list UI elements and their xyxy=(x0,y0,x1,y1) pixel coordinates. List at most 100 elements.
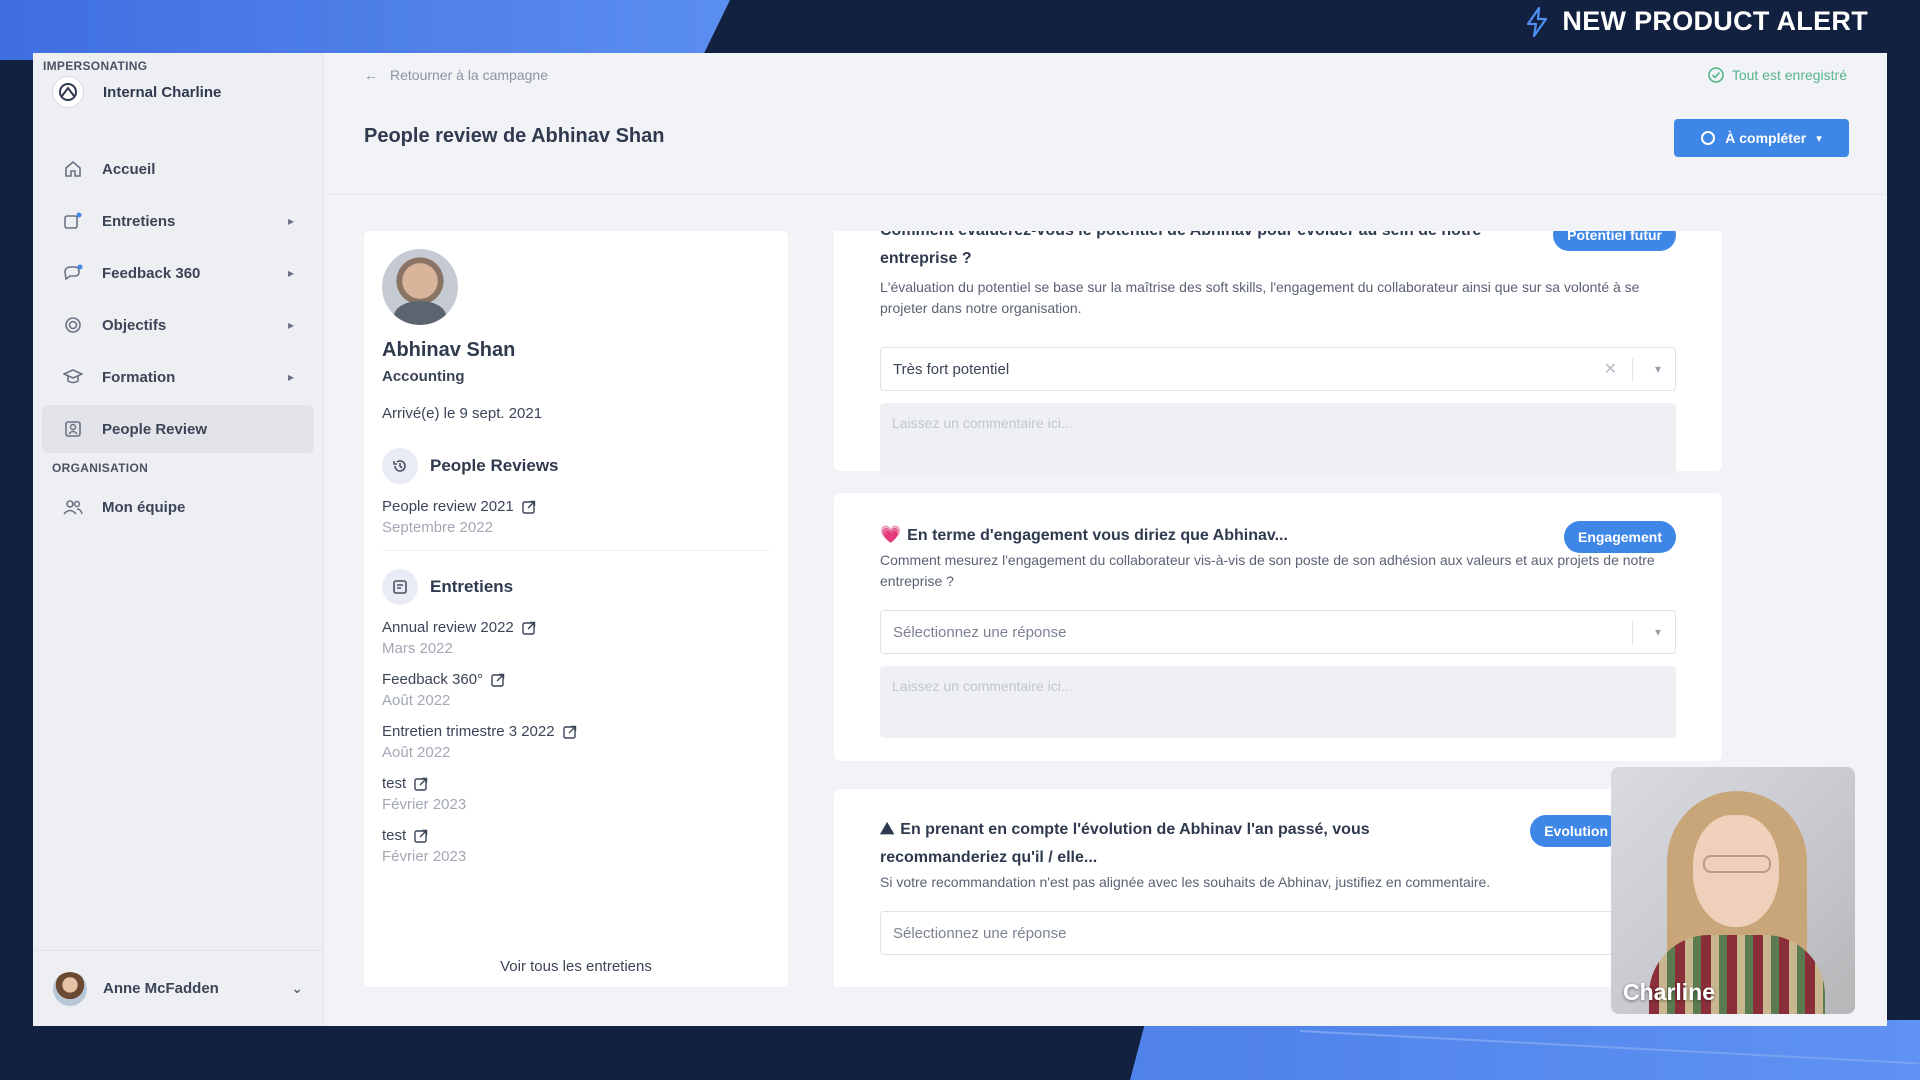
answer-select[interactable]: Très fort potentiel ✕ ▾ xyxy=(880,347,1676,391)
heart-icon: 💗 xyxy=(880,525,902,544)
sidebar-item-formation[interactable]: Formation ▸ xyxy=(42,353,314,401)
lightning-icon xyxy=(1527,6,1548,37)
product-alert-text: NEW PRODUCT ALERT xyxy=(1562,6,1868,36)
answer-select[interactable]: Sélectionnez une réponse ▾ xyxy=(880,610,1676,654)
sidebar-item-entretiens[interactable]: Entretiens ▸ xyxy=(42,197,314,245)
category-tag: Engagement xyxy=(1563,521,1676,553)
arrow-left-icon: ← xyxy=(364,67,378,83)
clear-icon[interactable]: ✕ xyxy=(1604,359,1617,379)
external-link-icon xyxy=(414,829,428,843)
chevron-right-icon: ▸ xyxy=(287,266,294,280)
sidebar-item-people-review[interactable]: People Review xyxy=(42,405,314,453)
sidebar-item-accueil[interactable]: Accueil xyxy=(42,145,314,193)
back-link-label: Retourner à la campagne xyxy=(390,67,548,83)
entretien-date: Février 2023 xyxy=(382,848,467,865)
save-status-text: Tout est enregistré xyxy=(1731,67,1847,83)
home-icon xyxy=(62,158,84,180)
external-link-icon xyxy=(491,673,505,687)
sidebar-item-label: Feedback 360 xyxy=(102,264,201,282)
sidebar-item-label: People Review xyxy=(102,420,208,438)
entretien-link[interactable]: test xyxy=(382,775,770,792)
employee-arrival-date: Arrivé(e) le 9 sept. 2021 xyxy=(382,405,543,422)
entretien-link[interactable]: Entretien trimestre 3 2022 xyxy=(382,723,770,740)
status-circle-icon xyxy=(1701,131,1716,145)
decorative-banner-stripe xyxy=(0,0,730,60)
back-link[interactable]: ← Retourner à la campagne xyxy=(364,67,548,83)
people-review-link[interactable]: People review 2021 xyxy=(382,498,770,515)
list-item: Annual review 2022 Mars 2022 xyxy=(382,619,770,657)
comment-input[interactable]: Laissez un commentaire ici... xyxy=(880,666,1676,738)
external-link-icon xyxy=(414,777,428,791)
list-item: People review 2021 Septembre 2022 xyxy=(382,498,770,536)
selected-answer: Très fort potentiel xyxy=(893,360,1010,378)
app-window: IMPERSONATING Internal Charline Accueil … xyxy=(33,53,1887,1026)
category-tag: Potentiel futur xyxy=(1553,231,1676,251)
comment-input[interactable]: Laissez un commentaire ici... xyxy=(880,403,1676,475)
entretien-date: Août 2022 xyxy=(382,692,451,709)
sidebar: IMPERSONATING Internal Charline Accueil … xyxy=(33,53,324,1026)
impersonating-label: IMPERSONATING xyxy=(43,59,148,73)
employee-department: Accounting xyxy=(382,368,465,385)
team-icon xyxy=(62,496,84,518)
user-menu[interactable]: Anne McFadden ⌄ xyxy=(33,950,323,1026)
chevron-right-icon: ▸ xyxy=(287,214,294,228)
chevron-down-icon[interactable]: ▾ xyxy=(1655,625,1661,639)
product-alert-banner: NEW PRODUCT ALERT xyxy=(1524,6,1868,37)
entretiens-section-header: Entretiens xyxy=(382,569,770,605)
current-user-name: Anne McFadden xyxy=(103,980,219,997)
chevron-down-icon: ⌄ xyxy=(291,980,303,996)
question-description: L'évaluation du potentiel se base sur la… xyxy=(880,279,1640,316)
answer-select[interactable]: Sélectionnez une réponse xyxy=(880,911,1676,955)
question-card-potentiel: Potentiel futur Comment évaluerez-vous l… xyxy=(834,231,1722,475)
entretien-date: Août 2022 xyxy=(382,744,451,761)
question-card-evolution: Evolution ⛰ En prenant en compte l'évolut… xyxy=(834,789,1722,987)
entretiens-title: Entretiens xyxy=(430,577,514,596)
chevron-down-icon[interactable]: ▾ xyxy=(1655,362,1661,376)
impersonated-user-name: Internal Charline xyxy=(103,83,222,101)
sidebar-item-feedback-360[interactable]: Feedback 360 ▸ xyxy=(42,249,314,297)
entretien-date: Mars 2022 xyxy=(382,640,453,657)
see-all-entretiens-link[interactable]: Voir tous les entretiens xyxy=(364,958,788,975)
entretien-link[interactable]: test xyxy=(382,827,770,844)
presenter-glasses xyxy=(1703,855,1771,873)
entretien-link[interactable]: Annual review 2022 xyxy=(382,619,770,636)
impersonated-user[interactable]: Internal Charline xyxy=(53,77,221,107)
interview-list-icon xyxy=(382,569,418,605)
category-tag: Evolution xyxy=(1530,815,1622,847)
status-dropdown-button[interactable]: À compléter ▾ xyxy=(1674,119,1849,157)
organisation-section-label: ORGANISATION xyxy=(52,461,149,475)
select-separator xyxy=(1632,621,1633,645)
presenter-name: Charline xyxy=(1623,979,1716,1005)
select-placeholder: Sélectionnez une réponse xyxy=(893,623,1067,641)
avatar xyxy=(53,971,87,1006)
graduation-cap-icon xyxy=(62,366,84,388)
sidebar-item-mon-equipe[interactable]: Mon équipe xyxy=(42,483,314,531)
entretien-link[interactable]: Feedback 360° xyxy=(382,671,770,688)
question-description: Comment mesurez l'engagement du collabor… xyxy=(880,552,1655,589)
list-item: Entretien trimestre 3 2022 Août 2022 xyxy=(382,723,770,761)
divider xyxy=(382,550,770,551)
sidebar-item-label: Accueil xyxy=(102,160,156,178)
select-placeholder: Sélectionnez une réponse xyxy=(893,924,1067,942)
question-title: 💗 En terme d'engagement vous diriez que A… xyxy=(880,493,1676,550)
sidebar-item-label: Formation xyxy=(102,368,176,386)
page-title: People review de Abhinav Shan xyxy=(364,125,665,147)
sidebar-item-label: Objectifs xyxy=(102,316,167,334)
people-reviews-section-header: People Reviews xyxy=(382,448,770,484)
chevron-right-icon: ▸ xyxy=(287,318,294,332)
target-icon xyxy=(62,314,84,336)
external-link-icon xyxy=(562,725,576,739)
sidebar-nav: Accueil Entretiens ▸ Feedback 360 ▸ Obje… xyxy=(33,141,323,535)
question-description: Si votre recommandation n'est pas aligné… xyxy=(880,874,1491,890)
people-review-icon xyxy=(62,418,84,440)
select-separator xyxy=(1632,358,1633,382)
page-header: ← Retourner à la campagne Tout est enreg… xyxy=(324,53,1887,195)
employee-name: Abhinav Shan xyxy=(382,339,516,361)
save-status: Tout est enregistré xyxy=(1708,67,1847,83)
employee-profile-panel: Abhinav Shan Accounting Arrivé(e) le 9 s… xyxy=(364,231,788,987)
entretien-date: Février 2023 xyxy=(382,796,467,813)
sidebar-item-label: Mon équipe xyxy=(102,498,186,516)
review-date: Septembre 2022 xyxy=(382,519,493,536)
sidebar-item-objectifs[interactable]: Objectifs ▸ xyxy=(42,301,314,349)
sidebar-item-label: Entretiens xyxy=(102,212,176,230)
